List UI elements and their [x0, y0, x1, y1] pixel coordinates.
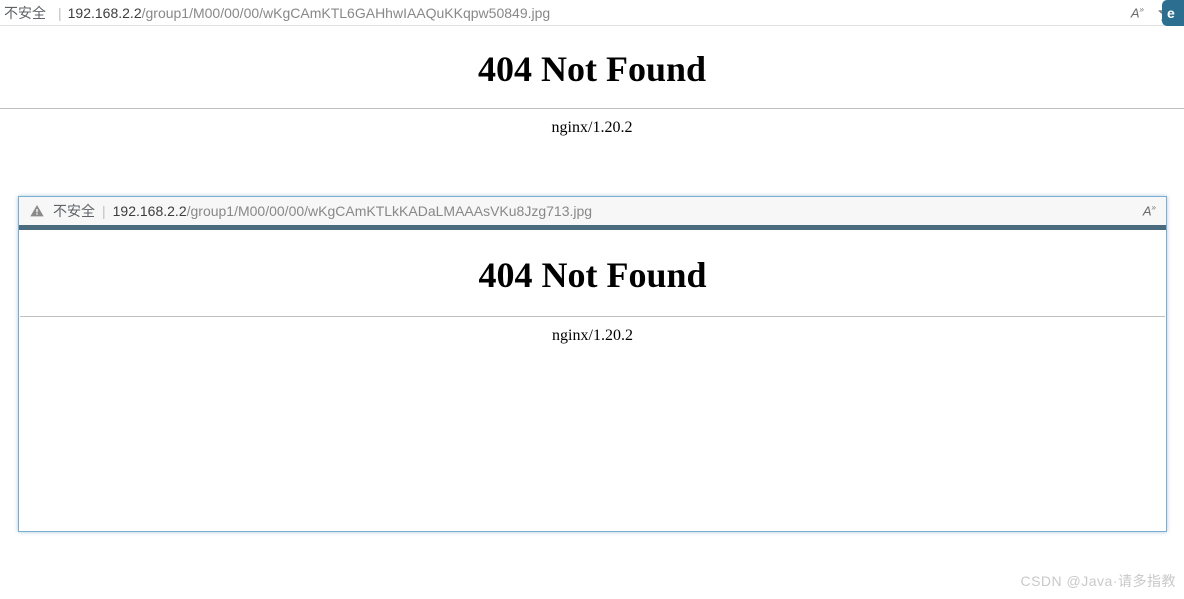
url-host: 192.168.2.2	[113, 203, 187, 219]
edge-icon[interactable]: e	[1162, 0, 1184, 26]
url-path: /group1/M00/00/00/wKgCAmKTL6GAHhwIAAQuKK…	[142, 5, 551, 21]
outer-page: 404 Not Found nginx/1.20.2	[0, 26, 1184, 137]
watermark-text: CSDN @Java·请多指教	[1020, 571, 1176, 591]
error-heading: 404 Not Found	[19, 230, 1166, 316]
separator: |	[58, 5, 62, 21]
read-aloud-icon[interactable]: A»	[1131, 5, 1144, 20]
read-aloud-icon[interactable]: A»	[1143, 203, 1156, 218]
error-heading: 404 Not Found	[0, 26, 1184, 108]
server-info: nginx/1.20.2	[0, 109, 1184, 137]
not-secure-label: 不安全	[53, 201, 95, 221]
inner-page: 404 Not Found nginx/1.20.2	[19, 230, 1166, 345]
outer-address-bar: 不安全 | 192.168.2.2/group1/M00/00/00/wKgCA…	[0, 0, 1184, 26]
inner-window: 不安全 | 192.168.2.2/group1/M00/00/00/wKgCA…	[18, 196, 1167, 532]
warning-icon	[29, 203, 45, 219]
separator: |	[102, 203, 106, 219]
url-path: /group1/M00/00/00/wKgCAmKTLkKADaLMAAAsVK…	[187, 203, 592, 219]
not-secure-label: 不安全	[4, 3, 46, 23]
server-info: nginx/1.20.2	[19, 317, 1166, 345]
url-host: 192.168.2.2	[68, 5, 142, 21]
url-input[interactable]: 192.168.2.2/group1/M00/00/00/wKgCAmKTL6G…	[68, 5, 551, 21]
inner-address-bar: 不安全 | 192.168.2.2/group1/M00/00/00/wKgCA…	[19, 197, 1166, 225]
url-input[interactable]: 192.168.2.2/group1/M00/00/00/wKgCAmKTLkK…	[113, 203, 592, 219]
